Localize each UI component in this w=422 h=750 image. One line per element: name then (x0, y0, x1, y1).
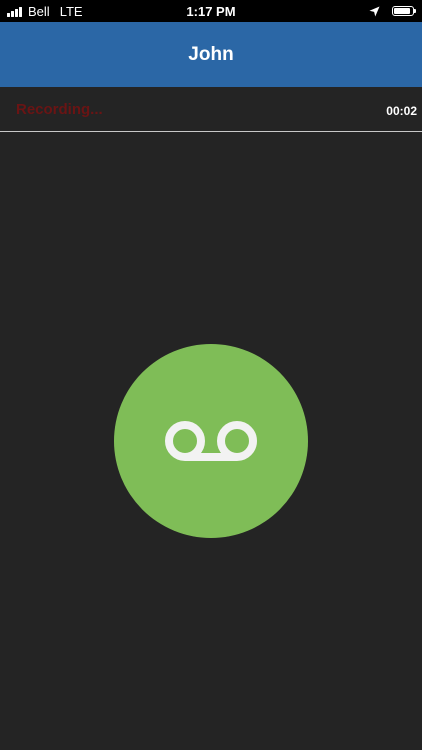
status-right (369, 4, 416, 18)
app-header: John (0, 22, 422, 87)
status-bar: Bell LTE 1:17 PM (0, 0, 422, 22)
battery-level (394, 8, 411, 14)
status-time: 1:17 PM (186, 4, 236, 19)
voicemail-icon (165, 421, 257, 461)
battery-icon (392, 6, 416, 16)
recording-timer: 00:02 (386, 104, 417, 118)
recording-bar: Recording... 00:02 (0, 87, 422, 132)
location-arrow-icon (369, 5, 380, 17)
voicemail-record-button[interactable] (114, 344, 308, 538)
recording-status: Recording... (16, 101, 103, 118)
contact-name: John (188, 43, 234, 65)
